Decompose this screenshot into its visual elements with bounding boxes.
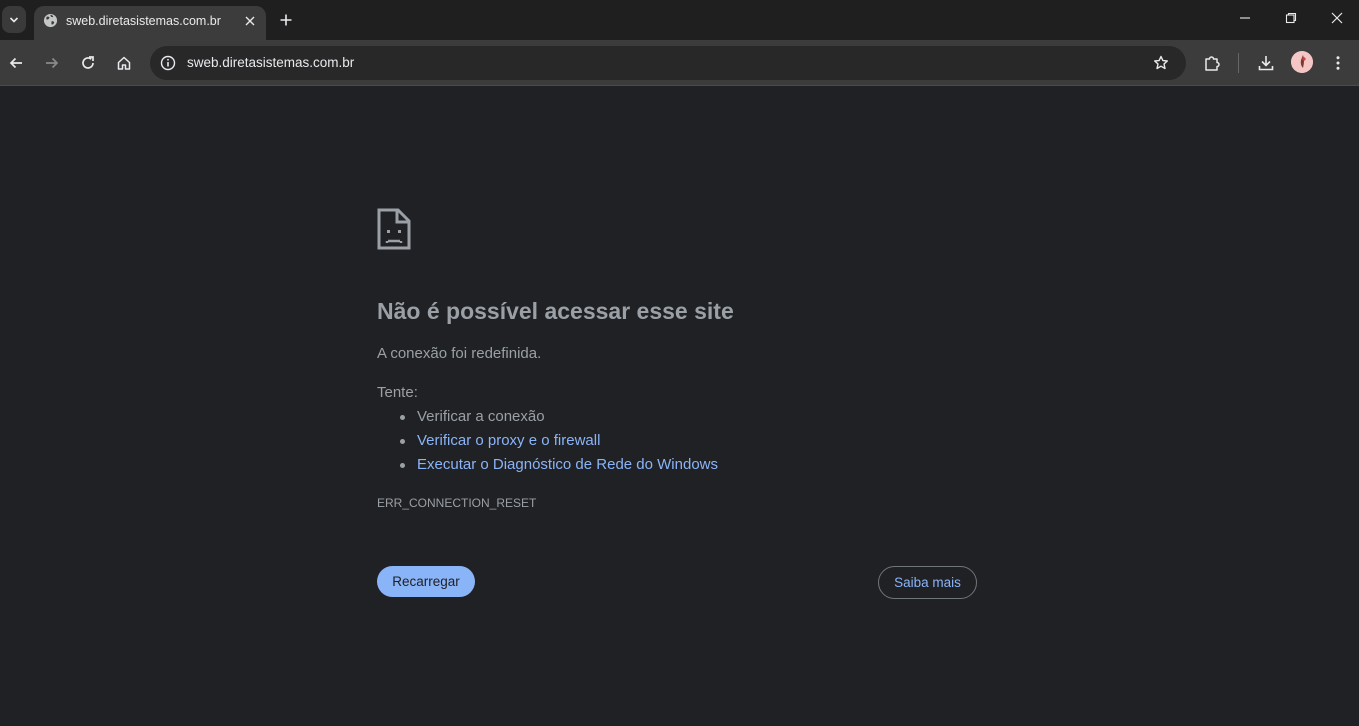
download-icon: [1258, 56, 1274, 71]
arrow-left-icon: [9, 57, 22, 69]
star-icon: [1154, 55, 1168, 70]
error-code: ERR_CONNECTION_RESET: [377, 496, 537, 510]
suggestion-check-connection: Verificar a conexão: [417, 408, 545, 425]
learn-more-button[interactable]: Saiba mais: [878, 566, 977, 599]
profile-avatar[interactable]: [1291, 51, 1313, 73]
back-button[interactable]: [6, 53, 26, 73]
close-window-button[interactable]: [1327, 8, 1347, 28]
more-vert-icon: [1336, 56, 1340, 70]
tab-strip: sweb.diretasistemas.com.br: [0, 0, 1359, 40]
sad-document-icon: [377, 208, 411, 250]
minimize-icon: [1240, 17, 1250, 19]
arrow-right-icon: [46, 57, 59, 69]
url-text[interactable]: sweb.diretasistemas.com.br: [187, 55, 354, 70]
reload-button[interactable]: [78, 53, 98, 73]
list-item: Executar o Diagnóstico de Rede do Window…: [377, 453, 718, 477]
browser-toolbar: sweb.diretasistemas.com.br: [0, 40, 1359, 86]
chevron-down-icon: [9, 16, 19, 23]
close-icon: [245, 16, 255, 26]
address-bar[interactable]: sweb.diretasistemas.com.br: [150, 46, 1186, 80]
error-title: Não é possível acessar esse site: [377, 298, 734, 324]
tab-title: sweb.diretasistemas.com.br: [66, 14, 221, 28]
plus-icon: [280, 14, 292, 26]
avatar-icon: [1291, 51, 1313, 73]
suggestion-network-diagnostics-link[interactable]: Executar o Diagnóstico de Rede do Window…: [417, 456, 718, 473]
tab-search-button[interactable]: [2, 6, 26, 33]
globe-icon: [43, 13, 58, 28]
suggestion-proxy-firewall-link[interactable]: Verificar o proxy e o firewall: [417, 432, 600, 449]
suggestions-list: Verificar a conexão Verificar o proxy e …: [377, 405, 718, 477]
toolbar-separator: [1238, 53, 1239, 73]
downloads-button[interactable]: [1256, 53, 1276, 73]
puzzle-icon: [1205, 56, 1220, 71]
home-button[interactable]: [114, 53, 134, 73]
minimize-button[interactable]: [1235, 8, 1255, 28]
active-tab[interactable]: sweb.diretasistemas.com.br: [34, 6, 266, 40]
list-item: Verificar o proxy e o firewall: [377, 429, 718, 453]
tab-close-button[interactable]: [242, 13, 258, 29]
restore-button[interactable]: [1281, 8, 1301, 28]
error-description: A conexão foi redefinida.: [377, 345, 542, 362]
close-icon: [1331, 12, 1343, 24]
error-page: Não é possível acessar esse site A conex…: [0, 87, 1359, 726]
info-icon: [160, 55, 176, 71]
site-info-button[interactable]: [159, 54, 177, 72]
restore-icon: [1285, 12, 1297, 24]
home-icon: [117, 56, 131, 70]
bookmark-button[interactable]: [1152, 54, 1170, 72]
reload-page-button[interactable]: Recarregar: [377, 566, 475, 597]
new-tab-button[interactable]: [276, 10, 296, 30]
try-label: Tente:: [377, 384, 418, 401]
reload-icon: [82, 56, 94, 69]
list-item: Verificar a conexão: [377, 405, 718, 429]
extensions-button[interactable]: [1202, 53, 1222, 73]
menu-button[interactable]: [1328, 53, 1348, 73]
forward-button[interactable]: [42, 53, 62, 73]
